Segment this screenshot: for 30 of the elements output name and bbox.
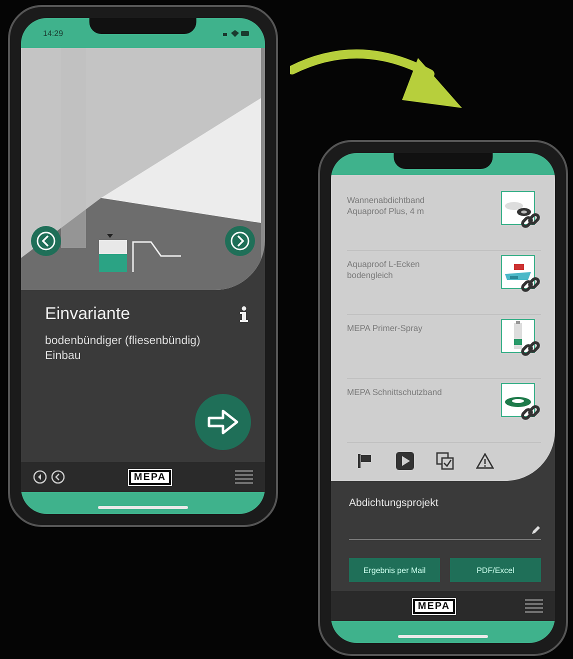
product-name: Aquaproof L-Ecken bodengleich — [347, 259, 421, 281]
info-icon[interactable] — [239, 306, 249, 322]
variant-description: bodenbündiger (fliesenbündig) Einbau — [45, 334, 202, 364]
logo: MEPA — [412, 598, 456, 614]
status-icons — [223, 30, 249, 36]
checklist-icon — [436, 452, 454, 470]
mail-button[interactable]: Ergebnis per Mail — [349, 558, 440, 582]
play-icon — [396, 452, 414, 470]
flag-icon — [357, 453, 373, 469]
logo: MEPA — [128, 470, 172, 484]
pencil-icon[interactable] — [531, 525, 541, 535]
product-name: MEPA Primer-Spray — [347, 323, 424, 334]
link-icon[interactable] — [521, 211, 541, 231]
back-icon[interactable] — [51, 470, 65, 484]
link-icon[interactable] — [521, 403, 541, 423]
chevron-icon — [36, 231, 56, 251]
product-name: MEPA Schnittschutzband — [347, 387, 443, 398]
menu-icon[interactable] — [525, 599, 543, 613]
link-icon[interactable] — [521, 339, 541, 359]
product-name: Wannenabdichtband Aquaproof Plus, 4 m — [347, 195, 426, 217]
status-time: 14:29 — [43, 28, 64, 38]
link-icon[interactable] — [521, 275, 541, 295]
project-title: Abdichtungsprojekt — [349, 497, 440, 509]
menu-icon[interactable] — [235, 470, 253, 484]
variant-title: Einvariante — [45, 304, 130, 324]
back-icon[interactable] — [33, 470, 47, 484]
chevron-icon — [230, 231, 250, 251]
warning-icon — [476, 453, 494, 469]
export-button[interactable]: PDF/Excel — [450, 558, 541, 582]
arrow-icon — [206, 408, 240, 436]
